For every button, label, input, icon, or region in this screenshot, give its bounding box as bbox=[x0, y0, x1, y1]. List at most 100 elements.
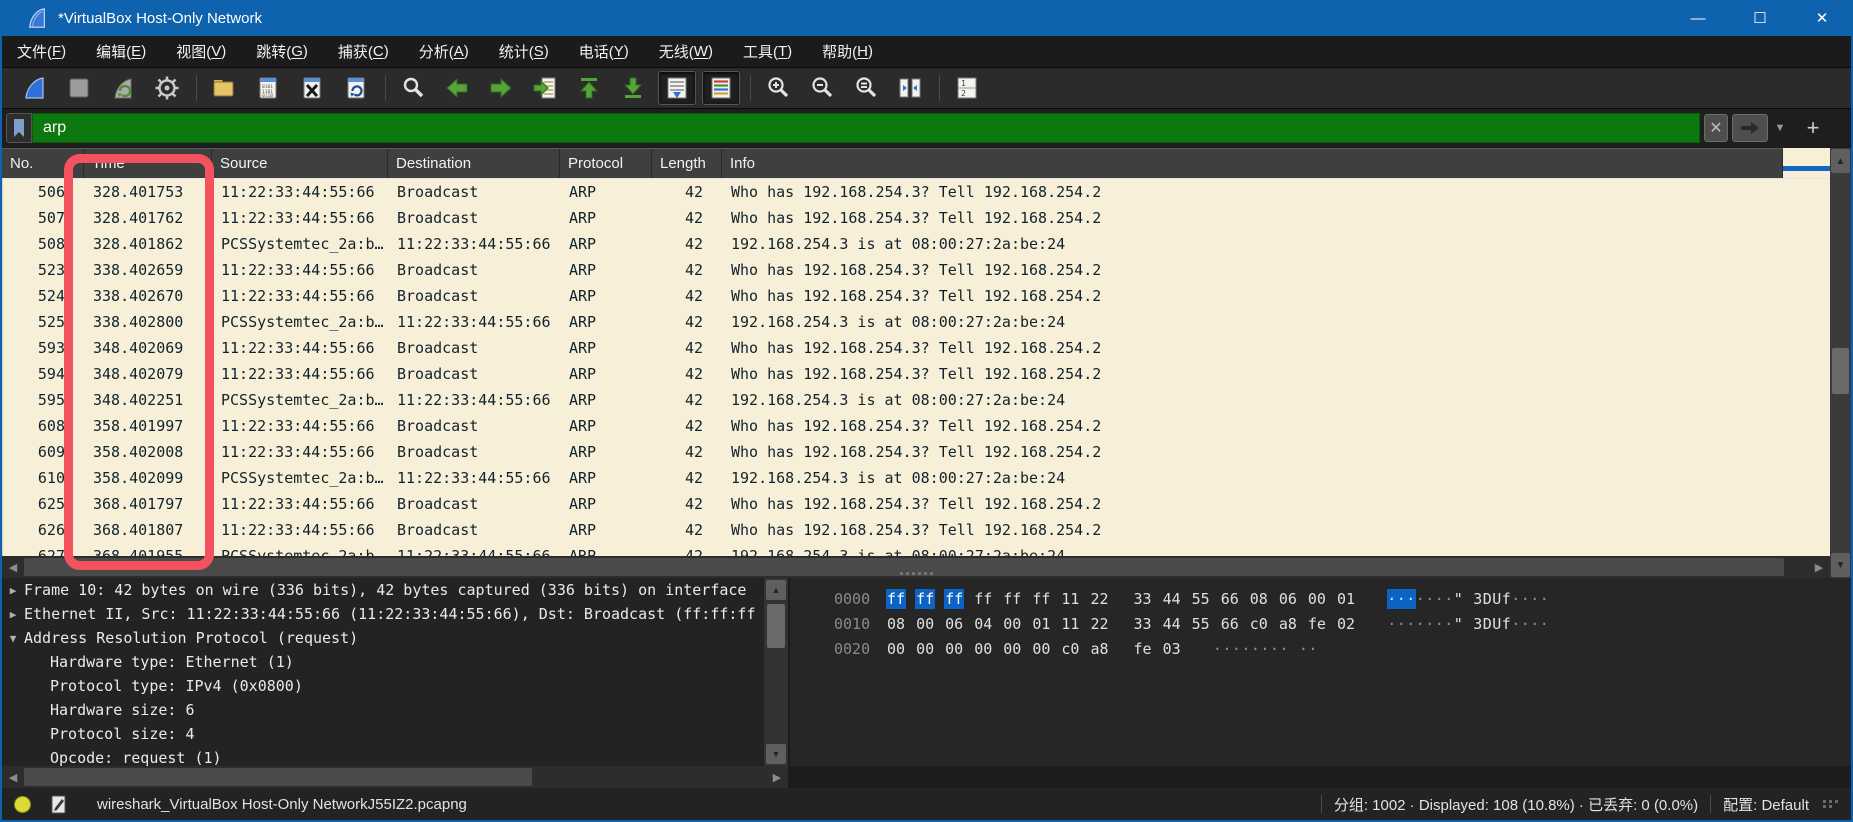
hex-byte[interactable]: 00 bbox=[1002, 614, 1022, 634]
menu-item-t[interactable]: 工具(T) bbox=[728, 36, 807, 67]
filter-apply-button[interactable] bbox=[1732, 114, 1768, 142]
ascii-char[interactable]: · bbox=[1397, 614, 1407, 634]
column-header-destination[interactable]: Destination bbox=[388, 149, 560, 178]
packet-row-593[interactable]: 593348.40206911:22:33:44:55:66BroadcastA… bbox=[3, 335, 1830, 361]
hex-byte[interactable]: ff bbox=[1031, 589, 1051, 609]
ascii-char[interactable]: D bbox=[1483, 614, 1493, 634]
menu-item-g[interactable]: 跳转(G) bbox=[241, 36, 323, 67]
menu-item-v[interactable]: 视图(V) bbox=[161, 36, 241, 67]
scroll-right-button[interactable]: ▶ bbox=[768, 768, 786, 786]
title-bar[interactable]: *VirtualBox Host-Only Network —☐✕ bbox=[0, 0, 1853, 36]
packet-row-594[interactable]: 594348.40207911:22:33:44:55:66BroadcastA… bbox=[3, 361, 1830, 387]
hex-byte[interactable]: 55 bbox=[1191, 589, 1211, 609]
ascii-char[interactable]: · bbox=[1530, 614, 1540, 634]
ascii-char[interactable]: · bbox=[1435, 589, 1445, 609]
packet-row-523[interactable]: 523338.40265911:22:33:44:55:66BroadcastA… bbox=[3, 257, 1830, 283]
detail-horizontal-scrollbar[interactable]: ◀ ▶ bbox=[2, 766, 788, 788]
hex-byte[interactable]: ff bbox=[973, 589, 993, 609]
hex-byte[interactable]: 11 bbox=[1060, 614, 1080, 634]
column-header-protocol[interactable]: Protocol bbox=[560, 149, 652, 178]
open-file-icon[interactable] bbox=[205, 71, 243, 105]
hex-byte[interactable]: c0 bbox=[1249, 614, 1269, 634]
pane-splitter-handle[interactable] bbox=[900, 572, 940, 577]
scroll-right-button[interactable]: ▶ bbox=[1810, 558, 1828, 576]
hex-byte[interactable]: 33 bbox=[1133, 589, 1153, 609]
scroll-down-button[interactable]: ▼ bbox=[766, 744, 786, 764]
packet-row-525[interactable]: 525338.402800PCSSystemtec_2a:b…11:22:33:… bbox=[3, 309, 1830, 335]
menu-item-c[interactable]: 捕获(C) bbox=[323, 36, 404, 67]
hex-byte[interactable]: 01 bbox=[1336, 589, 1356, 609]
hex-byte[interactable]: 22 bbox=[1089, 614, 1109, 634]
ascii-char[interactable]: · bbox=[1213, 639, 1223, 659]
ascii-char[interactable]: · bbox=[1530, 589, 1540, 609]
hex-byte[interactable]: a8 bbox=[1089, 639, 1109, 659]
numbered-columns-icon[interactable]: 12 bbox=[948, 71, 986, 105]
packet-row-610[interactable]: 610358.402099PCSSystemtec_2a:b…11:22:33:… bbox=[3, 465, 1830, 491]
ascii-char[interactable]: · bbox=[1425, 589, 1435, 609]
ascii-char[interactable]: · bbox=[1260, 639, 1270, 659]
detail-tree-item[interactable]: Opcode: request (1) bbox=[2, 746, 764, 766]
find-packet-icon[interactable] bbox=[394, 71, 432, 105]
hex-byte[interactable]: 66 bbox=[1220, 589, 1240, 609]
scroll-left-button[interactable]: ◀ bbox=[4, 768, 22, 786]
packet-row-524[interactable]: 524338.40267011:22:33:44:55:66BroadcastA… bbox=[3, 283, 1830, 309]
hex-byte[interactable]: 00 bbox=[1031, 639, 1051, 659]
ascii-char[interactable]: U bbox=[1492, 589, 1502, 609]
filter-clear-button[interactable]: ✕ bbox=[1704, 114, 1728, 142]
go-back-icon[interactable] bbox=[438, 71, 476, 105]
ascii-char[interactable]: · bbox=[1251, 639, 1261, 659]
ascii-char[interactable]: · bbox=[1299, 639, 1309, 659]
ascii-char[interactable]: " bbox=[1454, 589, 1464, 609]
ascii-char[interactable]: · bbox=[1279, 639, 1289, 659]
colorize-icon[interactable] bbox=[702, 71, 740, 105]
column-header-no[interactable]: No. bbox=[2, 149, 84, 178]
detail-vertical-scrollbar[interactable]: ▲ ▼ bbox=[764, 578, 788, 766]
hex-byte[interactable]: ff bbox=[886, 589, 906, 609]
ascii-char[interactable]: " bbox=[1454, 614, 1464, 634]
detail-tree-item[interactable]: Protocol size: 4 bbox=[2, 722, 764, 746]
detail-tree-item[interactable]: Hardware type: Ethernet (1) bbox=[2, 650, 764, 674]
hex-byte[interactable]: 06 bbox=[1278, 589, 1298, 609]
ascii-char[interactable]: · bbox=[1511, 614, 1521, 634]
detail-tree-item[interactable]: Protocol type: IPv4 (0x0800) bbox=[2, 674, 764, 698]
hex-byte[interactable]: 00 bbox=[886, 639, 906, 659]
ascii-char[interactable]: · bbox=[1241, 639, 1251, 659]
menu-item-y[interactable]: 电话(Y) bbox=[564, 36, 644, 67]
ascii-char[interactable]: D bbox=[1483, 589, 1493, 609]
column-header-time[interactable]: Time bbox=[84, 149, 212, 178]
ascii-char[interactable]: · bbox=[1540, 614, 1550, 634]
ascii-char[interactable]: 3 bbox=[1473, 614, 1483, 634]
hex-byte[interactable]: 00 bbox=[1002, 639, 1022, 659]
ascii-char[interactable]: · bbox=[1222, 639, 1232, 659]
close-button[interactable]: ✕ bbox=[1791, 0, 1853, 36]
packet-row-508[interactable]: 508328.401862PCSSystemtec_2a:b…11:22:33:… bbox=[3, 231, 1830, 257]
close-file-icon[interactable] bbox=[293, 71, 331, 105]
hex-byte[interactable]: ff bbox=[1002, 589, 1022, 609]
hex-byte[interactable]: 66 bbox=[1220, 614, 1240, 634]
ascii-char[interactable]: · bbox=[1406, 614, 1416, 634]
capture-file-name[interactable]: wireshark_VirtualBox Host-Only NetworkJ5… bbox=[97, 796, 467, 813]
hex-byte[interactable]: 33 bbox=[1133, 614, 1153, 634]
stop-capture-icon[interactable] bbox=[60, 71, 98, 105]
ascii-char[interactable]: f bbox=[1502, 589, 1512, 609]
scrollbar-thumb[interactable] bbox=[767, 604, 785, 648]
hex-byte[interactable]: 02 bbox=[1336, 614, 1356, 634]
go-first-icon[interactable] bbox=[570, 71, 608, 105]
reload-file-icon[interactable] bbox=[337, 71, 375, 105]
packet-row-609[interactable]: 609358.40200811:22:33:44:55:66BroadcastA… bbox=[3, 439, 1830, 465]
capture-options-icon[interactable] bbox=[148, 71, 186, 105]
filter-add-button[interactable]: + bbox=[1800, 114, 1826, 142]
ascii-char[interactable]: · bbox=[1521, 614, 1531, 634]
packet-row-626[interactable]: 626368.40180711:22:33:44:55:66BroadcastA… bbox=[3, 517, 1830, 543]
ascii-char[interactable]: · bbox=[1540, 589, 1550, 609]
column-header-source[interactable]: Source bbox=[212, 149, 388, 178]
menu-item-f[interactable]: 文件(F) bbox=[2, 36, 81, 67]
ascii-char[interactable]: · bbox=[1232, 639, 1242, 659]
hex-byte[interactable]: 03 bbox=[1162, 639, 1182, 659]
menu-item-h[interactable]: 帮助(H) bbox=[807, 36, 888, 67]
hex-byte[interactable]: c0 bbox=[1060, 639, 1080, 659]
display-filter-input[interactable]: arp bbox=[32, 113, 1700, 143]
packet-row-506[interactable]: 506328.40175311:22:33:44:55:66BroadcastA… bbox=[3, 179, 1830, 205]
packet-row-507[interactable]: 507328.40176211:22:33:44:55:66BroadcastA… bbox=[3, 205, 1830, 231]
maximize-button[interactable]: ☐ bbox=[1729, 0, 1791, 36]
